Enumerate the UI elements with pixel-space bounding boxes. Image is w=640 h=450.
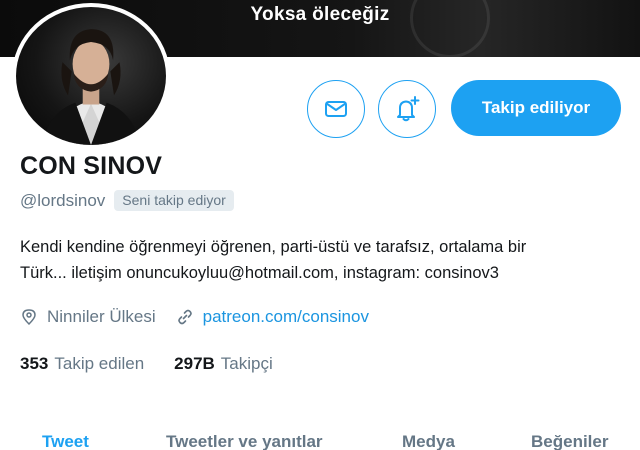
tab-likes[interactable]: Beğeniler — [531, 432, 608, 450]
profile-display-name: CON SINOV — [20, 152, 163, 180]
avatar[interactable] — [12, 3, 170, 149]
profile-meta: Ninniler Ülkesi patreon.com/consinov — [20, 307, 369, 327]
avatar-image — [16, 7, 166, 145]
bell-plus-icon — [397, 96, 420, 122]
avatar-portrait-icon — [42, 29, 140, 145]
website-link[interactable]: patreon.com/consinov — [203, 307, 369, 327]
followers-count: 297B — [174, 354, 215, 373]
following-label: Takip edilen — [54, 354, 145, 373]
following-count: 353 — [20, 354, 49, 373]
bio-line: Türk... iletişim onuncukoyluu@hotmail.co… — [20, 264, 499, 282]
followers-stat[interactable]: 297B Takipçi — [174, 354, 273, 374]
location-text: Ninniler Ülkesi — [47, 307, 156, 326]
tab-tweets-and-replies[interactable]: Tweetler ve yanıtlar — [166, 432, 323, 450]
notifications-button[interactable] — [378, 80, 436, 138]
following-stat[interactable]: 353 Takip edilen — [20, 354, 144, 374]
following-button[interactable]: Takip ediliyor — [451, 80, 621, 136]
message-button[interactable] — [307, 80, 365, 138]
profile-handle: @lordsinov — [20, 190, 106, 210]
link-icon — [177, 309, 192, 325]
envelope-icon — [325, 101, 347, 117]
location-item: Ninniler Ülkesi — [20, 307, 156, 327]
bio-line: Kendi kendine öğrenmeyi öğrenen, parti-ü… — [20, 238, 527, 256]
profile-bio: Kendi kendine öğrenmeyi öğrenen, parti-ü… — [20, 234, 620, 286]
followers-label: Takipçi — [220, 354, 273, 373]
profile-tabs: Tweet Tweetler ve yanıtlar Medya Beğenil… — [0, 432, 640, 450]
website-item[interactable]: patreon.com/consinov — [176, 307, 369, 327]
tab-media[interactable]: Medya — [402, 432, 455, 450]
tab-tweets[interactable]: Tweet — [42, 432, 89, 450]
follows-you-badge: Seni takip ediyor — [114, 190, 234, 211]
follow-stats: 353 Takip edilen 297B Takipçi — [20, 354, 303, 374]
location-pin-icon — [22, 309, 36, 326]
handle-row: @lordsinov Seni takip ediyor — [20, 190, 234, 211]
